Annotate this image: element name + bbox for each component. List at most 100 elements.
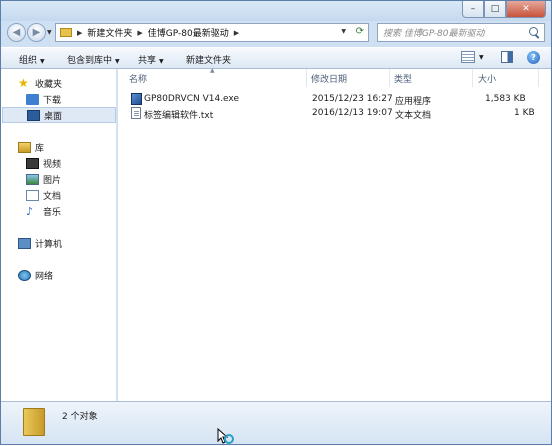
column-header-label: 修改日期 [311, 74, 348, 85]
item-count: 2 个对象 [62, 412, 98, 422]
new-folder-label: 新建文件夹 [186, 56, 232, 66]
file-modified: 2015/12/23 16:27 [312, 94, 393, 104]
breadcrumb-separator-icon[interactable]: ▶ [234, 29, 239, 37]
chevron-down-icon[interactable]: ▼ [479, 54, 484, 61]
organize-menu[interactable]: 组织 ▼ [19, 53, 45, 66]
table-row[interactable]: GP80DRVCN V14.exe 2015/12/23 16:27 应用程序 … [128, 92, 548, 107]
sidebar-item-label: 图片 [43, 175, 62, 186]
column-header-type[interactable]: 类型 [394, 69, 412, 87]
music-icon: ♪ [26, 204, 34, 218]
sidebar-item-network[interactable]: 网络 [1, 267, 117, 283]
preview-pane-icon [501, 51, 513, 63]
busy-cursor-icon [217, 428, 234, 444]
address-row: ◀ ▶ ▼ ▶ 新建文件夹 ▶ 佳博GP-80最新驱动 ▶ ▼ ⟳ 搜索 佳博G… [1, 21, 551, 45]
navigation-pane: ★ 收藏夹 下载 桌面 库 视频 图片 文档 ♪ 音乐 计算机 网络 [1, 69, 117, 401]
search-icon[interactable] [527, 26, 541, 40]
sidebar-item-pictures[interactable]: 图片 [1, 171, 117, 187]
organize-label: 组织 [19, 56, 38, 66]
new-folder-button[interactable]: 新建文件夹 [186, 53, 231, 66]
sidebar-item-label: 库 [35, 143, 45, 154]
sidebar-item-documents[interactable]: 文档 [1, 187, 117, 203]
exe-file-icon [131, 93, 142, 105]
share-menu[interactable]: 共享 ▼ [138, 53, 164, 66]
sidebar-item-label: 桌面 [44, 111, 63, 122]
sidebar-item-desktop[interactable]: 桌面 [2, 107, 116, 123]
search-input[interactable]: 搜索 佳博GP-80最新驱动 [377, 23, 545, 42]
library-icon [18, 141, 31, 153]
column-header-size[interactable]: 大小 [478, 69, 496, 87]
address-bar[interactable]: ▶ 新建文件夹 ▶ 佳博GP-80最新驱动 ▶ ▼ ⟳ [55, 23, 369, 42]
close-button[interactable]: ✕ [506, 1, 546, 18]
documents-icon [26, 189, 39, 201]
sidebar-item-label: 计算机 [35, 239, 63, 250]
forward-button[interactable]: ▶ [27, 23, 46, 42]
sidebar-item-label: 网络 [35, 271, 54, 282]
column-header-modified[interactable]: 修改日期 [311, 69, 347, 87]
column-header-label: 类型 [394, 74, 413, 85]
share-label: 共享 [138, 56, 157, 66]
sidebar-item-music[interactable]: ♪ 音乐 [1, 203, 117, 219]
include-in-library-label: 包含到库中 [67, 56, 113, 66]
command-bar: 组织 ▼ 包含到库中 ▼ 共享 ▼ 新建文件夹 ▼ ? [1, 47, 551, 69]
column-header-label: 大小 [478, 74, 497, 85]
sidebar-item-label: 视频 [43, 159, 62, 170]
search-placeholder: 搜索 佳博GP-80最新驱动 [383, 29, 485, 39]
view-options[interactable]: ▼ [461, 51, 484, 63]
sidebar-item-libraries[interactable]: 库 [1, 139, 117, 155]
desktop-icon [27, 109, 40, 121]
sort-ascending-icon: ▲ [210, 67, 215, 74]
view-icon[interactable] [461, 51, 475, 63]
chevron-down-icon: ▼ [40, 58, 45, 65]
computer-icon [18, 237, 31, 249]
folder-icon [60, 28, 72, 37]
column-divider[interactable] [472, 69, 473, 87]
star-icon: ★ [18, 75, 29, 90]
breadcrumb-separator-icon[interactable]: ▶ [77, 29, 82, 37]
network-icon [18, 269, 31, 281]
file-modified: 2016/12/13 19:07 [312, 108, 393, 118]
sidebar-item-label: 音乐 [43, 207, 62, 218]
sidebar-item-favorites[interactable]: ★ 收藏夹 [1, 75, 117, 91]
sidebar-item-label: 文档 [43, 191, 62, 202]
include-in-library-menu[interactable]: 包含到库中 ▼ [67, 53, 120, 66]
help-button[interactable]: ? [527, 51, 540, 64]
pictures-icon [26, 173, 39, 185]
help-icon: ? [527, 51, 540, 64]
title-bar[interactable]: – □ ✕ [1, 1, 551, 21]
recent-pages-dropdown[interactable]: ▼ [47, 29, 52, 36]
sidebar-item-computer[interactable]: 计算机 [1, 235, 117, 251]
file-size: 1 KB [514, 108, 535, 118]
minimize-button[interactable]: – [462, 1, 484, 18]
file-name: 标签编辑软件.txt [144, 111, 214, 121]
sidebar-item-label: 收藏夹 [35, 79, 63, 90]
window-controls: – □ ✕ [462, 1, 546, 18]
chevron-down-icon: ▼ [115, 58, 120, 65]
text-file-icon [131, 107, 141, 119]
folder-icon [23, 408, 45, 436]
back-button[interactable]: ◀ [7, 23, 26, 42]
breadcrumb-current-folder[interactable]: 佳博GP-80最新驱动 [148, 26, 229, 39]
sidebar-item-label: 下载 [43, 95, 62, 106]
file-list: 名称 ▲ 修改日期 类型 大小 GP80DRVCN V14.exe 2015/1… [118, 67, 551, 401]
sidebar-item-videos[interactable]: 视频 [1, 155, 117, 171]
file-name: GP80DRVCN V14.exe [144, 94, 240, 104]
table-row[interactable]: 标签编辑软件.txt 2016/12/13 19:07 文本文档 1 KB [128, 106, 548, 121]
forward-arrow-icon: ▶ [32, 27, 41, 38]
breadcrumb-separator-icon[interactable]: ▶ [137, 29, 142, 37]
maximize-button[interactable]: □ [484, 1, 506, 18]
address-dropdown-icon[interactable]: ▼ [341, 28, 346, 35]
file-size: 1,583 KB [485, 94, 526, 104]
sidebar-item-downloads[interactable]: 下载 [1, 91, 117, 107]
downloads-icon [26, 93, 39, 105]
column-header-name[interactable]: 名称 [129, 69, 147, 87]
explorer-window: – □ ✕ ◀ ▶ ▼ ▶ 新建文件夹 ▶ 佳博GP-80最新驱动 ▶ ▼ ⟳ … [0, 0, 552, 445]
column-divider[interactable] [306, 69, 307, 87]
column-divider[interactable] [538, 69, 539, 87]
preview-pane-button[interactable] [501, 51, 513, 63]
chevron-down-icon: ▼ [159, 58, 164, 65]
column-divider[interactable] [389, 69, 390, 87]
details-pane: 2 个对象 [1, 401, 551, 444]
refresh-icon[interactable]: ⟳ [356, 26, 364, 37]
breadcrumb-new-folder[interactable]: 新建文件夹 [87, 26, 132, 39]
video-icon [26, 157, 39, 169]
